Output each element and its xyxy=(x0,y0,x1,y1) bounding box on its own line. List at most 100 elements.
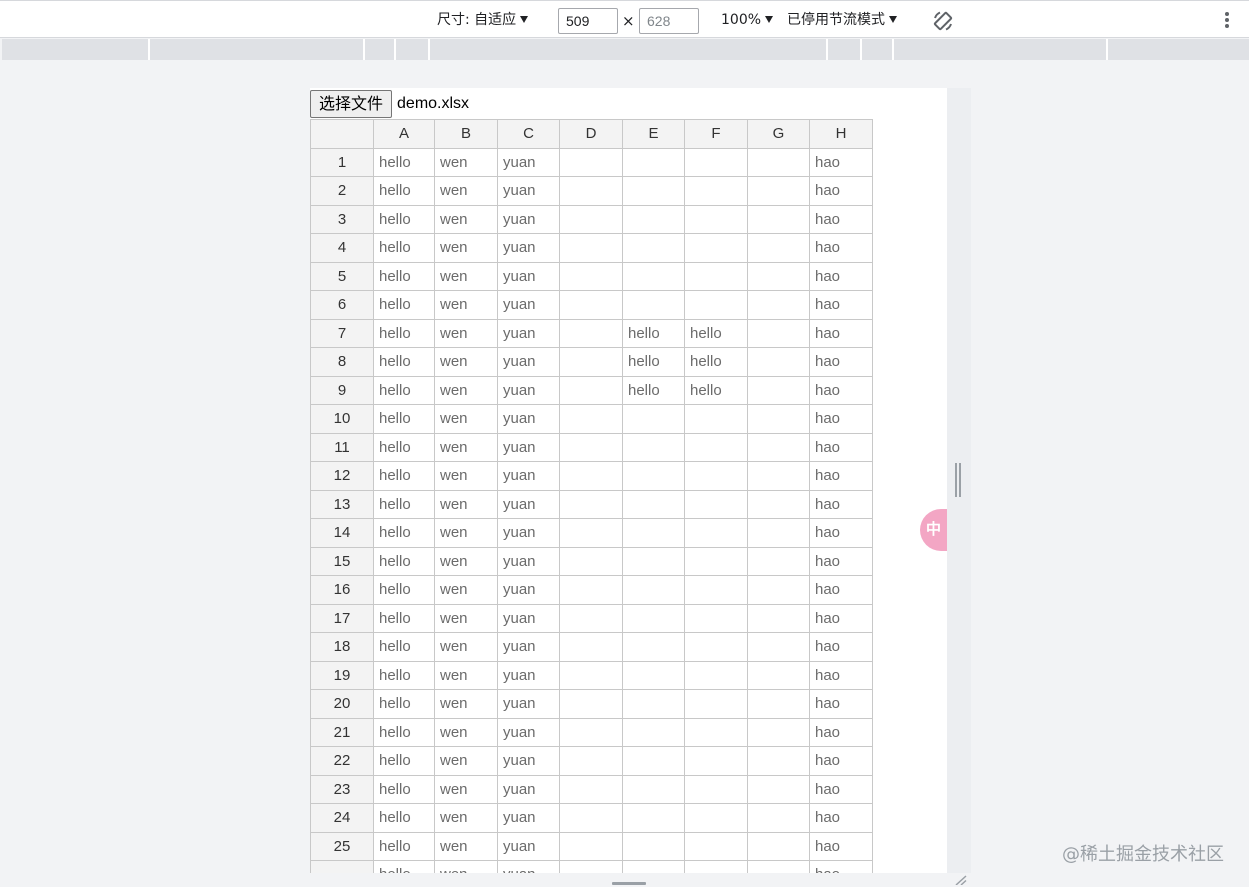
table-cell[interactable]: hao xyxy=(809,432,873,462)
row-header[interactable]: 17 xyxy=(310,603,374,633)
column-header[interactable]: G xyxy=(747,119,810,149)
table-cell[interactable]: wen xyxy=(434,746,498,776)
table-cell[interactable] xyxy=(622,689,685,719)
table-cell[interactable] xyxy=(559,176,623,206)
table-cell[interactable] xyxy=(622,147,685,177)
row-header[interactable]: 12 xyxy=(310,461,374,491)
table-cell[interactable]: hello xyxy=(373,233,435,263)
row-header[interactable]: 15 xyxy=(310,546,374,576)
table-cell[interactable] xyxy=(559,290,623,320)
table-cell[interactable]: hao xyxy=(809,176,873,206)
row-header[interactable]: 3 xyxy=(310,204,374,234)
table-cell[interactable]: hello xyxy=(373,717,435,747)
table-cell[interactable]: hao xyxy=(809,204,873,234)
table-cell[interactable]: hao xyxy=(809,461,873,491)
table-cell[interactable] xyxy=(684,290,748,320)
table-cell[interactable]: hao xyxy=(809,660,873,690)
table-cell[interactable] xyxy=(684,461,748,491)
table-cell[interactable]: hao xyxy=(809,603,873,633)
table-cell[interactable]: hello xyxy=(684,347,748,377)
row-header[interactable]: 24 xyxy=(310,803,374,833)
table-cell[interactable]: yuan xyxy=(497,204,560,234)
table-cell[interactable] xyxy=(622,404,685,434)
table-cell[interactable]: hello xyxy=(373,375,435,405)
table-cell[interactable] xyxy=(747,375,810,405)
table-cell[interactable]: hello xyxy=(373,147,435,177)
table-cell[interactable] xyxy=(622,632,685,662)
table-cell[interactable] xyxy=(622,774,685,804)
table-cell[interactable] xyxy=(559,774,623,804)
table-cell[interactable]: hao xyxy=(809,774,873,804)
table-cell[interactable] xyxy=(684,774,748,804)
table-cell[interactable]: yuan xyxy=(497,575,560,605)
table-cell[interactable]: wen xyxy=(434,774,498,804)
table-cell[interactable]: wen xyxy=(434,575,498,605)
dimensions-dropdown[interactable]: 尺寸: 自适应 xyxy=(437,1,529,39)
media-query-bar[interactable] xyxy=(2,39,1249,60)
table-cell[interactable] xyxy=(622,746,685,776)
table-cell[interactable]: hello xyxy=(373,860,435,873)
table-cell[interactable]: hello xyxy=(373,546,435,576)
table-cell[interactable]: hello xyxy=(373,176,435,206)
table-cell[interactable] xyxy=(684,176,748,206)
table-cell[interactable] xyxy=(747,147,810,177)
table-cell[interactable]: yuan xyxy=(497,518,560,548)
table-cell[interactable]: yuan xyxy=(497,290,560,320)
table-cell[interactable] xyxy=(684,803,748,833)
table-cell[interactable] xyxy=(747,261,810,291)
column-header[interactable]: F xyxy=(684,119,748,149)
table-cell[interactable] xyxy=(559,318,623,348)
table-cell[interactable] xyxy=(559,632,623,662)
throttle-dropdown[interactable]: 已停用节流模式 xyxy=(787,1,897,39)
table-cell[interactable] xyxy=(559,860,623,873)
table-cell[interactable]: wen xyxy=(434,518,498,548)
table-cell[interactable]: hao xyxy=(809,318,873,348)
table-cell[interactable] xyxy=(622,233,685,263)
table-cell[interactable]: yuan xyxy=(497,347,560,377)
table-cell[interactable]: wen xyxy=(434,717,498,747)
table-cell[interactable] xyxy=(684,717,748,747)
table-cell[interactable]: hello xyxy=(373,746,435,776)
table-cell[interactable]: wen xyxy=(434,546,498,576)
table-cell[interactable] xyxy=(559,518,623,548)
table-cell[interactable] xyxy=(747,632,810,662)
table-cell[interactable] xyxy=(559,546,623,576)
table-cell[interactable] xyxy=(747,774,810,804)
table-cell[interactable]: yuan xyxy=(497,803,560,833)
zoom-dropdown[interactable]: 100% xyxy=(721,1,774,39)
table-cell[interactable]: hello xyxy=(622,347,685,377)
table-cell[interactable] xyxy=(622,575,685,605)
row-header[interactable]: 5 xyxy=(310,261,374,291)
right-resize-handle[interactable] xyxy=(955,463,963,497)
table-cell[interactable] xyxy=(684,432,748,462)
table-cell[interactable]: yuan xyxy=(497,660,560,690)
table-cell[interactable] xyxy=(747,660,810,690)
table-cell[interactable]: hello xyxy=(373,518,435,548)
table-cell[interactable]: hao xyxy=(809,404,873,434)
table-cell[interactable]: wen xyxy=(434,261,498,291)
table-cell[interactable] xyxy=(622,432,685,462)
table-cell[interactable] xyxy=(684,746,748,776)
table-cell[interactable] xyxy=(622,717,685,747)
table-cell[interactable] xyxy=(747,290,810,320)
corner-resize-icon[interactable] xyxy=(954,875,968,885)
table-cell[interactable]: hao xyxy=(809,860,873,873)
row-header[interactable]: 11 xyxy=(310,432,374,462)
table-cell[interactable]: yuan xyxy=(497,603,560,633)
table-cell[interactable] xyxy=(747,404,810,434)
table-cell[interactable] xyxy=(747,746,810,776)
table-cell[interactable] xyxy=(559,689,623,719)
table-cell[interactable] xyxy=(559,233,623,263)
table-cell[interactable] xyxy=(622,603,685,633)
table-cell[interactable] xyxy=(559,347,623,377)
table-cell[interactable]: hello xyxy=(373,461,435,491)
choose-file-button[interactable]: 选择文件 xyxy=(310,89,393,118)
table-cell[interactable]: yuan xyxy=(497,147,560,177)
table-cell[interactable]: wen xyxy=(434,489,498,519)
column-header[interactable]: D xyxy=(559,119,623,149)
row-header[interactable]: 16 xyxy=(310,575,374,605)
height-input[interactable]: 628 xyxy=(639,8,699,34)
table-cell[interactable]: hello xyxy=(373,432,435,462)
row-header[interactable]: 21 xyxy=(310,717,374,747)
row-header[interactable]: 4 xyxy=(310,233,374,263)
